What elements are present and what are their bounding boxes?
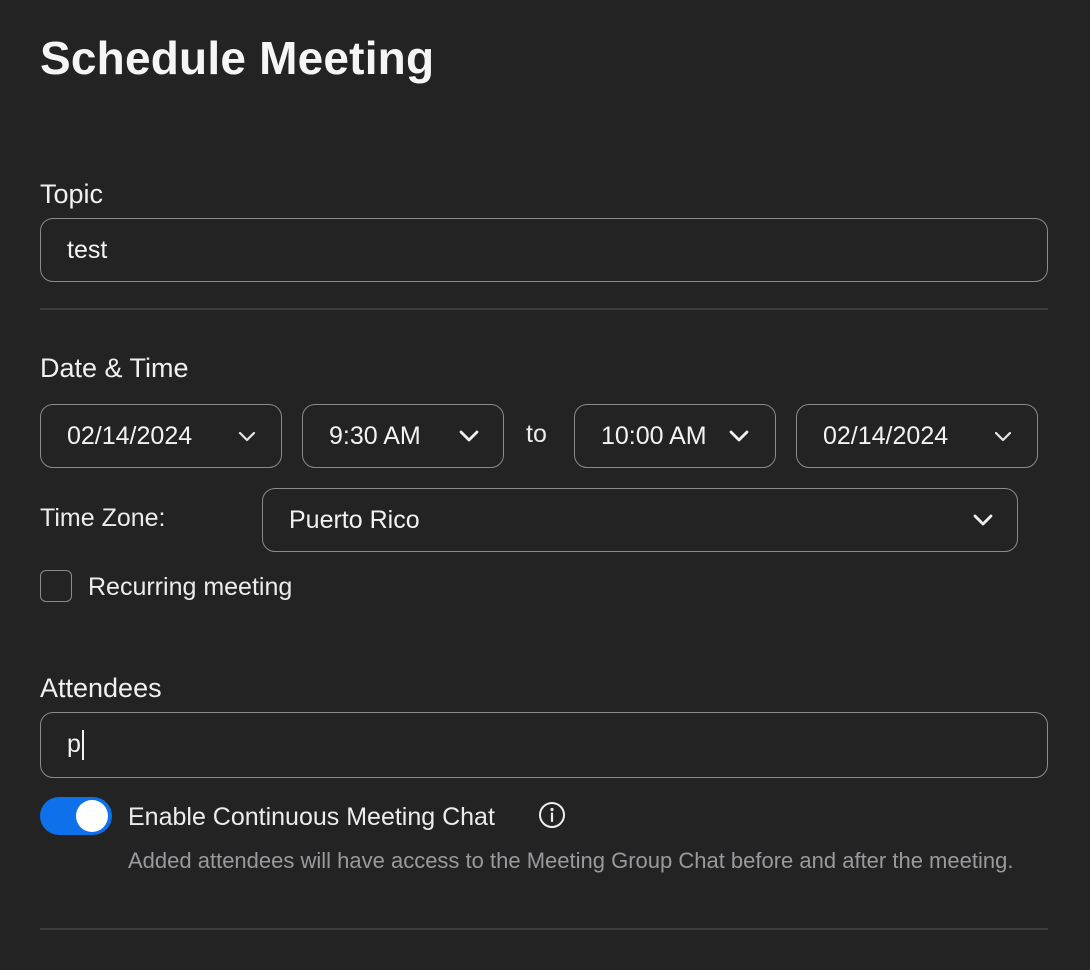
- attendees-input[interactable]: p: [40, 712, 1048, 778]
- end-time-dropdown[interactable]: 10:00 AM: [574, 404, 776, 468]
- chevron-down-icon: [237, 426, 257, 446]
- to-label: to: [526, 420, 547, 448]
- chevron-down-icon: [973, 510, 993, 530]
- end-date-value: 02/14/2024: [823, 421, 949, 450]
- topic-label: Topic: [40, 179, 104, 209]
- timezone-value: Puerto Rico: [289, 505, 420, 534]
- continuous-chat-toggle[interactable]: [40, 797, 112, 835]
- start-time-value: 9:30 AM: [329, 421, 421, 450]
- topic-value: test: [67, 235, 108, 264]
- timezone-label: Time Zone:: [40, 504, 166, 532]
- schedule-meeting-window: Schedule Meeting Topic test Date & Time …: [0, 0, 1090, 970]
- chevron-down-icon: [729, 426, 749, 446]
- end-time-value: 10:00 AM: [601, 421, 707, 450]
- start-date-dropdown[interactable]: 02/14/2024: [40, 404, 282, 468]
- divider: [40, 928, 1048, 930]
- continuous-chat-help: Added attendees will have access to the …: [128, 848, 1014, 873]
- attendees-input-content: p: [41, 729, 1047, 761]
- chevron-down-icon: [459, 426, 479, 446]
- info-icon[interactable]: [538, 801, 566, 829]
- recurring-label: Recurring meeting: [88, 573, 293, 601]
- text-cursor: [81, 730, 84, 761]
- attendees-value: p: [67, 729, 81, 758]
- chevron-down-icon: [993, 426, 1013, 446]
- page-title: Schedule Meeting: [40, 32, 435, 84]
- recurring-checkbox[interactable]: [40, 570, 72, 602]
- continuous-chat-label: Enable Continuous Meeting Chat: [128, 803, 495, 831]
- start-date-value: 02/14/2024: [67, 421, 193, 450]
- toggle-knob: [76, 800, 108, 832]
- start-time-dropdown[interactable]: 9:30 AM: [302, 404, 504, 468]
- divider: [40, 308, 1048, 310]
- topic-input[interactable]: test: [40, 218, 1048, 282]
- timezone-dropdown[interactable]: Puerto Rico: [262, 488, 1018, 552]
- date-time-label: Date & Time: [40, 353, 189, 383]
- end-date-dropdown[interactable]: 02/14/2024: [796, 404, 1038, 468]
- attendees-label: Attendees: [40, 673, 162, 703]
